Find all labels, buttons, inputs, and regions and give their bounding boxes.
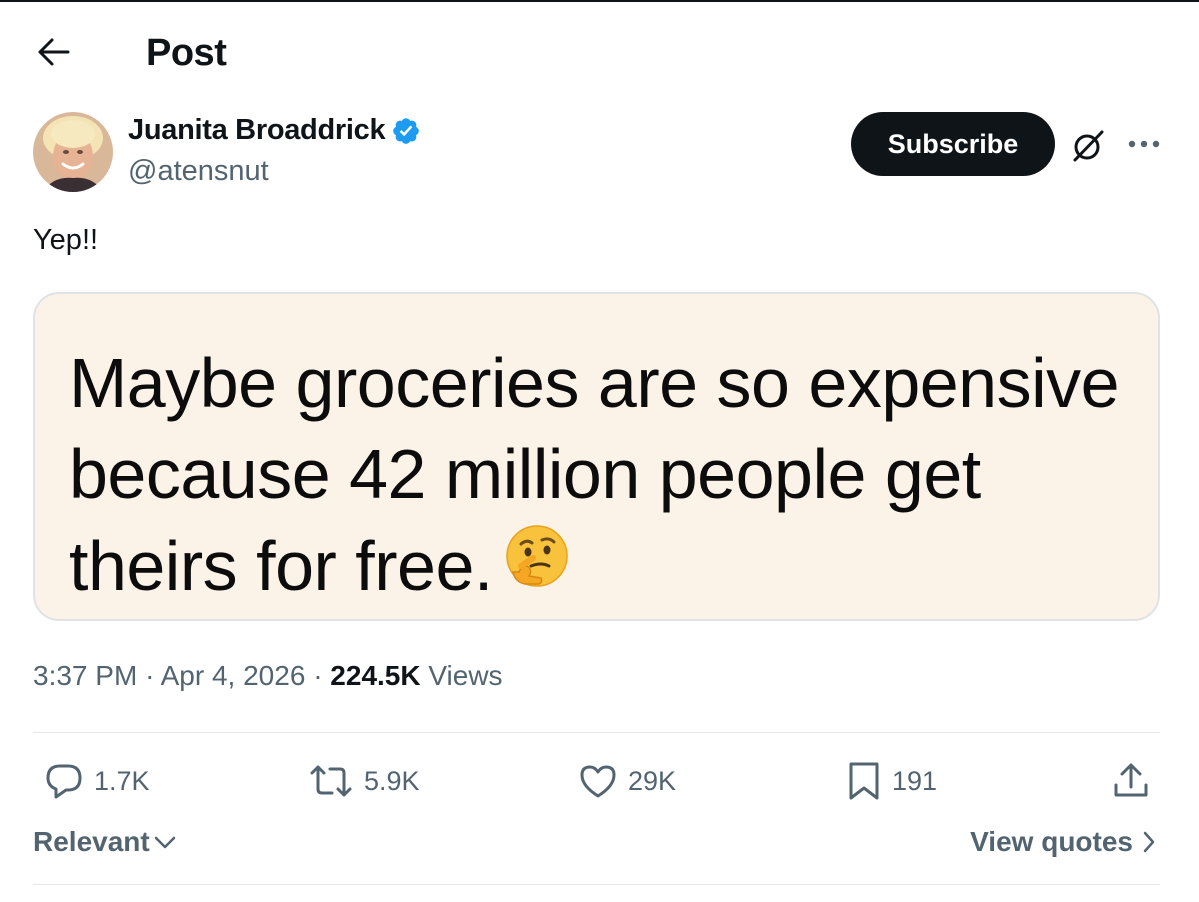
back-button[interactable] (34, 32, 74, 72)
reply-count: 1.7K (94, 765, 150, 796)
subscribe-button[interactable]: Subscribe (851, 112, 1055, 176)
media-caption: Maybe groceries are so expensive because… (69, 338, 1129, 612)
post-date[interactable]: Apr 4, 2026 (161, 660, 306, 691)
share-icon (1114, 763, 1148, 797)
arrow-left-icon (38, 38, 70, 66)
media-caption-text: Maybe groceries are so expensive because… (69, 344, 1120, 605)
post-text: Yep!! (33, 224, 99, 256)
verified-badge-icon (393, 117, 420, 144)
more-button[interactable] (1122, 124, 1166, 164)
like-count: 29K (628, 765, 677, 796)
post-meta: 3:37 PM · Apr 4, 2026 · 224.5K Views (33, 660, 503, 692)
repost-icon (310, 765, 352, 797)
chevron-down-icon (154, 836, 175, 849)
share-button[interactable] (1112, 758, 1150, 804)
divider-bottom (33, 884, 1160, 885)
like-button[interactable]: 29K (578, 758, 676, 804)
more-horizontal-icon (1128, 140, 1160, 148)
bookmark-icon (849, 762, 879, 800)
bookmark-button[interactable]: 191 (846, 758, 937, 804)
header: Post (0, 2, 1199, 102)
post-media-image[interactable]: Maybe groceries are so expensive because… (33, 292, 1160, 621)
avatar[interactable] (33, 112, 113, 192)
view-quotes-label: View quotes (970, 826, 1133, 857)
views-label: Views (428, 660, 503, 691)
sort-label: Relevant (33, 826, 150, 857)
view-quotes-link[interactable]: View quotes (970, 826, 1155, 858)
meta-separator-2: · (313, 660, 323, 691)
page-title: Post (146, 32, 227, 74)
author-name[interactable]: Juanita Broaddrick (128, 114, 421, 147)
grok-icon (1073, 130, 1104, 162)
author-handle[interactable]: @atensnut (128, 155, 269, 188)
heart-icon (580, 765, 616, 798)
grok-button[interactable] (1066, 124, 1110, 168)
sort-replies-dropdown[interactable]: Relevant (33, 826, 176, 858)
author-name-label: Juanita Broaddrick (128, 114, 386, 146)
thinking-face-emoji (506, 525, 568, 587)
repost-count: 5.9K (364, 765, 420, 796)
post-time[interactable]: 3:37 PM (33, 660, 137, 691)
views-count[interactable]: 224.5K (330, 660, 420, 691)
reply-button[interactable]: 1.7K (44, 758, 150, 804)
meta-separator: · (145, 660, 155, 691)
reply-icon (46, 764, 82, 799)
chevron-right-icon (1143, 831, 1155, 853)
divider (33, 732, 1160, 733)
repost-button[interactable]: 5.9K (308, 758, 420, 804)
bookmark-count: 191 (892, 765, 938, 796)
